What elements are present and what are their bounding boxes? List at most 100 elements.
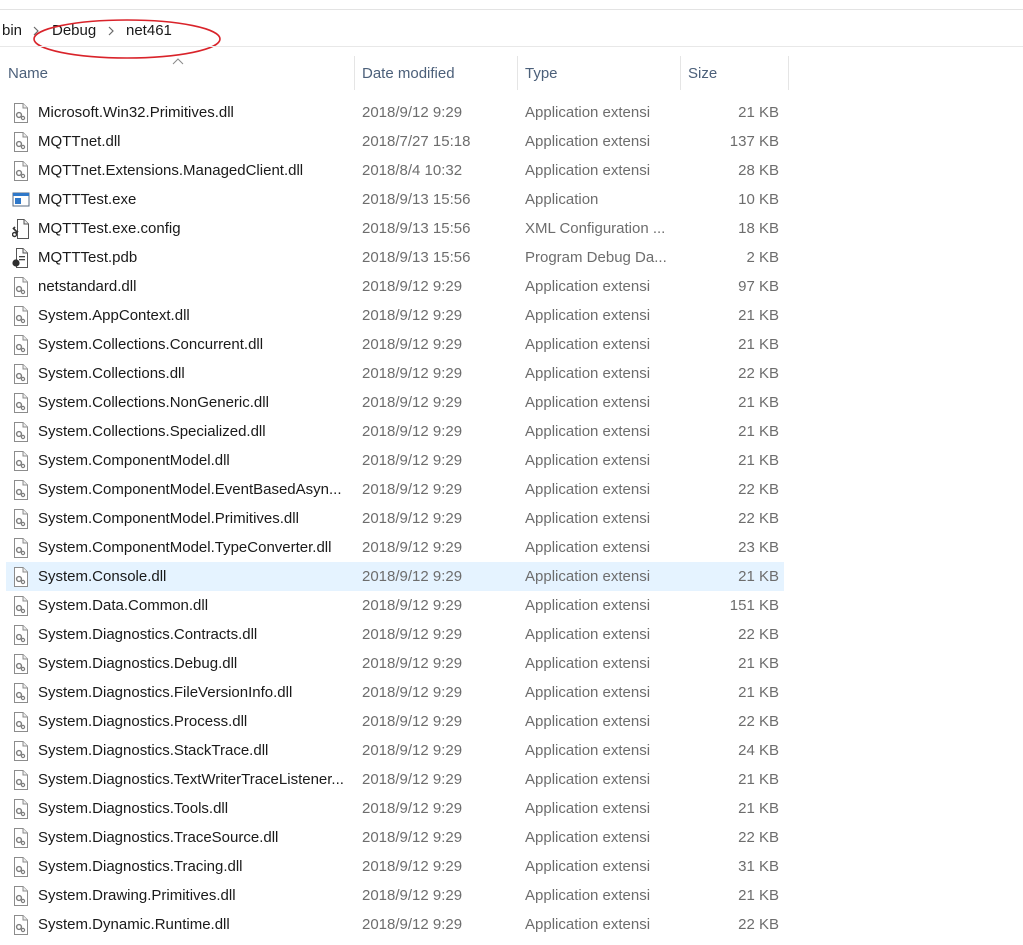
file-name: System.ComponentModel.dll	[38, 452, 230, 469]
file-name: Microsoft.Win32.Primitives.dll	[38, 104, 234, 121]
file-row[interactable]: netstandard.dll 2018/9/12 9:29 Application…	[6, 272, 784, 301]
dll-icon	[12, 857, 30, 877]
file-date-modified: 2018/9/13 15:56	[362, 249, 471, 266]
file-row[interactable]: System.AppContext.dll 2018/9/12 9:29 Appli…	[6, 301, 784, 330]
dll-icon	[12, 335, 30, 355]
file-type: Application extensi	[525, 104, 651, 121]
file-date-modified: 2018/9/12 9:29	[362, 481, 463, 498]
column-header-date[interactable]: Date modified	[354, 56, 517, 90]
dll-icon	[12, 567, 30, 587]
file-name: System.Collections.NonGeneric.dll	[38, 394, 269, 411]
file-row[interactable]: System.Collections.Concurrent.dll 2018/9/…	[6, 330, 784, 359]
dll-icon	[12, 161, 30, 181]
file-date-modified: 2018/9/12 9:29	[362, 307, 463, 324]
file-size: 21 KB	[738, 423, 779, 440]
file-row[interactable]: System.Data.Common.dll 2018/9/12 9:29 Appl…	[6, 591, 784, 620]
file-row[interactable]: MQTTnet.dll 2018/7/27 15:18 Application ex…	[6, 127, 784, 156]
file-type: Application extensi	[525, 365, 651, 382]
file-date-modified: 2018/9/12 9:29	[362, 626, 463, 643]
file-type: Application extensi	[525, 800, 651, 817]
file-row[interactable]: System.Collections.NonGeneric.dll 2018/9/…	[6, 388, 784, 417]
file-size: 21 KB	[738, 394, 779, 411]
file-name: System.Drawing.Primitives.dll	[38, 887, 236, 904]
column-header-name[interactable]: Name	[0, 56, 354, 90]
file-date-modified: 2018/9/13 15:56	[362, 191, 471, 208]
file-row[interactable]: System.Diagnostics.TextWriterTraceListen…	[6, 765, 784, 794]
file-row[interactable]: System.Diagnostics.FileVersionInfo.dll 20…	[6, 678, 784, 707]
file-date-modified: 2018/9/12 9:29	[362, 423, 463, 440]
breadcrumb-item-debug[interactable]: Debug	[50, 22, 98, 39]
file-size: 22 KB	[738, 510, 779, 527]
file-size: 22 KB	[738, 365, 779, 382]
file-row[interactable]: Microsoft.Win32.Primitives.dll 2018/9/12 …	[6, 98, 784, 127]
file-name: System.Diagnostics.Process.dll	[38, 713, 248, 730]
dll-icon	[12, 828, 30, 848]
file-type: Application extensi	[525, 162, 651, 179]
file-row[interactable]: System.Drawing.Primitives.dll 2018/9/12 9…	[6, 881, 784, 910]
file-row[interactable]: System.ComponentModel.Primitives.dll 2018…	[6, 504, 784, 533]
file-row[interactable]: System.ComponentModel.EventBasedAsyn... 2…	[6, 475, 784, 504]
column-header-name-label: Name	[8, 64, 49, 82]
file-type: Application extensi	[525, 713, 651, 730]
file-name: MQTTnet.dll	[38, 133, 121, 150]
breadcrumb: bin Debug net461	[0, 18, 1023, 46]
file-row[interactable]: System.Console.dll 2018/9/12 9:29 Applicat…	[6, 562, 784, 591]
file-row[interactable]: System.Diagnostics.Debug.dll 2018/9/12 9:…	[6, 649, 784, 678]
file-date-modified: 2018/9/12 9:29	[362, 510, 463, 527]
column-header-type-label: Type	[525, 64, 558, 82]
file-size: 97 KB	[738, 278, 779, 295]
file-name: System.Diagnostics.FileVersionInfo.dll	[38, 684, 293, 701]
file-row[interactable]: System.Diagnostics.Contracts.dll 2018/9/1…	[6, 620, 784, 649]
file-date-modified: 2018/9/12 9:29	[362, 858, 463, 875]
file-size: 21 KB	[738, 104, 779, 121]
file-size: 10 KB	[738, 191, 779, 208]
file-name: System.Diagnostics.TraceSource.dll	[38, 829, 279, 846]
file-type: Application extensi	[525, 278, 651, 295]
column-header-size[interactable]: Size	[680, 56, 788, 90]
file-row[interactable]: MQTTnet.Extensions.ManagedClient.dll 2018…	[6, 156, 784, 185]
file-name: System.ComponentModel.Primitives.dll	[38, 510, 299, 527]
file-row[interactable]: System.Diagnostics.Tracing.dll 2018/9/12 …	[6, 852, 784, 881]
breadcrumb-item-net461[interactable]: net461	[124, 22, 174, 39]
file-name: System.Diagnostics.Contracts.dll	[38, 626, 258, 643]
file-size: 23 KB	[738, 539, 779, 556]
dll-icon	[12, 886, 30, 906]
file-row[interactable]: System.Diagnostics.Tools.dll 2018/9/12 9:…	[6, 794, 784, 823]
config-icon	[11, 219, 30, 239]
file-type: Application extensi	[525, 133, 651, 150]
breadcrumb-item-bin[interactable]: bin	[0, 22, 24, 39]
file-date-modified: 2018/9/12 9:29	[362, 365, 463, 382]
file-row[interactable]: System.Dynamic.Runtime.dll 2018/9/12 9:29…	[6, 910, 784, 939]
file-type: Application extensi	[525, 336, 651, 353]
file-row[interactable]: MQTTTest.exe.config 2018/9/13 15:56 XML Co…	[6, 214, 784, 243]
file-row[interactable]: MQTTTest.pdb 2018/9/13 15:56 Program Debug…	[6, 243, 784, 272]
file-size: 2 KB	[746, 249, 779, 266]
file-size: 21 KB	[738, 800, 779, 817]
file-size: 21 KB	[738, 336, 779, 353]
file-row[interactable]: System.Collections.Specialized.dll 2018/9…	[6, 417, 784, 446]
file-size: 22 KB	[738, 713, 779, 730]
file-size: 22 KB	[738, 626, 779, 643]
file-date-modified: 2018/9/12 9:29	[362, 887, 463, 904]
file-row[interactable]: System.ComponentModel.TypeConverter.dll 2…	[6, 533, 784, 562]
header-divider	[0, 46, 1023, 47]
file-date-modified: 2018/9/12 9:29	[362, 684, 463, 701]
file-date-modified: 2018/9/12 9:29	[362, 394, 463, 411]
dll-icon	[12, 712, 30, 732]
file-row[interactable]: MQTTTest.exe 2018/9/13 15:56 Application 10…	[6, 185, 784, 214]
file-row[interactable]: System.Diagnostics.Process.dll 2018/9/12 …	[6, 707, 784, 736]
column-header-type[interactable]: Type	[517, 56, 680, 90]
column-divider[interactable]	[788, 56, 789, 90]
top-divider	[0, 9, 1023, 10]
dll-icon	[12, 393, 30, 413]
file-type: Application extensi	[525, 597, 651, 614]
file-size: 137 KB	[729, 133, 779, 150]
file-row[interactable]: System.ComponentModel.dll 2018/9/12 9:29 A…	[6, 446, 784, 475]
file-row[interactable]: System.Diagnostics.StackTrace.dll 2018/9/…	[6, 736, 784, 765]
file-row[interactable]: System.Collections.dll 2018/9/12 9:29 Appl…	[6, 359, 784, 388]
chevron-right-icon[interactable]	[30, 21, 42, 41]
file-name: MQTTnet.Extensions.ManagedClient.dll	[38, 162, 304, 179]
chevron-right-icon[interactable]	[105, 21, 117, 41]
file-type: Application extensi	[525, 510, 651, 527]
file-row[interactable]: System.Diagnostics.TraceSource.dll 2018/9…	[6, 823, 784, 852]
